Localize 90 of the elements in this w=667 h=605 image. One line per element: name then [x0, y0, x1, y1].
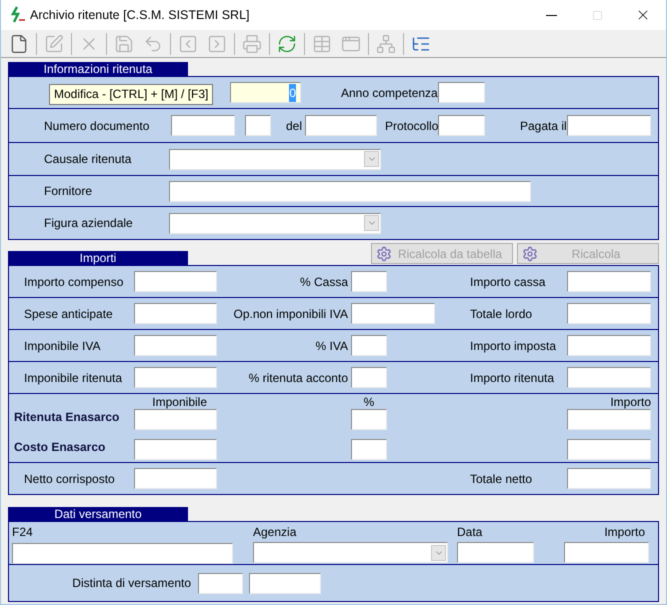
maximize-icon [592, 10, 602, 20]
number-field[interactable]: 0 [230, 82, 301, 103]
tooltip: Modifica - [CTRL] + [M] / [F3] [49, 84, 214, 105]
selected-text: 0 [289, 84, 296, 102]
input-field[interactable] [438, 82, 485, 103]
printer-icon [242, 34, 262, 54]
input-field[interactable] [567, 439, 651, 460]
input-field[interactable] [134, 335, 217, 356]
field-label: % ritenuta acconto [248, 370, 349, 386]
input-field[interactable] [564, 542, 649, 563]
input-field[interactable] [198, 572, 243, 594]
input-field[interactable] [351, 303, 435, 324]
app-logo-icon [8, 5, 28, 25]
input-field[interactable] [457, 542, 534, 563]
minimize-icon [546, 14, 556, 16]
field-label: Imponibile ritenuta [24, 370, 124, 386]
section-header: Informazioni ritenuta [8, 62, 188, 76]
field-label: Importo [610, 396, 651, 409]
dropdown-field[interactable] [169, 148, 381, 170]
table-icon [312, 34, 332, 54]
input-field[interactable] [438, 115, 485, 136]
input-field[interactable] [567, 271, 651, 292]
input-field[interactable] [134, 303, 217, 324]
field-label: Importo compenso [24, 274, 124, 290]
input-field[interactable] [134, 439, 217, 460]
next-icon [207, 34, 227, 54]
section-header: Dati versamento [8, 507, 188, 521]
input-field[interactable] [134, 409, 217, 430]
window-icon [341, 34, 361, 54]
input-field[interactable] [567, 468, 651, 489]
field-label: Netto corrisposto [24, 470, 116, 488]
input-field[interactable] [134, 468, 217, 489]
input-field[interactable] [351, 271, 387, 292]
input-field[interactable] [567, 303, 651, 324]
field-label: Pagata il [520, 118, 567, 134]
input-field[interactable] [245, 115, 271, 136]
input-field[interactable] [351, 409, 387, 430]
window-title: Archivio ritenute [C.S.M. SISTEMI SRL] [30, 6, 250, 24]
gear-icon [376, 246, 392, 262]
refresh-icon [277, 34, 297, 54]
field-label: Spese anticipate [24, 306, 114, 322]
input-field[interactable] [567, 335, 651, 356]
field-label: Totale lordo [470, 306, 534, 322]
input-field[interactable] [169, 180, 531, 202]
save-icon [114, 34, 134, 54]
field-label: Data [457, 525, 484, 539]
input-field[interactable] [134, 367, 217, 388]
input-field[interactable] [305, 115, 377, 136]
field-label: Causale ritenuta [44, 151, 132, 168]
previous-icon [178, 34, 198, 54]
input-field[interactable] [351, 367, 387, 388]
field-label: Agenzia [253, 525, 298, 539]
input-field[interactable] [171, 115, 235, 136]
field-label: % IVA [314, 338, 349, 354]
input-field[interactable] [249, 572, 321, 594]
field-label: % [364, 396, 374, 409]
edit-icon [44, 34, 64, 54]
field-label: Importo ritenuta [470, 370, 556, 386]
field-label: Distinta di versamento [71, 575, 192, 592]
field-label: F24 [12, 525, 34, 539]
input-field[interactable] [567, 409, 651, 430]
dropdown-field[interactable] [253, 542, 448, 563]
diagram-icon [376, 34, 396, 54]
row-label: Costo Enasarco [14, 439, 106, 456]
input-field[interactable] [351, 335, 387, 356]
undo-icon [143, 34, 163, 54]
input-field[interactable] [567, 115, 651, 136]
input-field[interactable] [134, 271, 217, 292]
field-label: Fornitore [44, 183, 94, 200]
field-label: Figura aziendale [44, 215, 134, 232]
field-label: Imponibile [152, 396, 207, 409]
field-label: Totale netto [470, 470, 534, 488]
field-label: Numero documento [44, 118, 150, 134]
row-label: Ritenuta Enasarco [14, 409, 120, 426]
field-label: Importo [604, 525, 645, 539]
input-field[interactable] [351, 439, 387, 460]
field-label: Op.non imponibili IVA [232, 306, 349, 322]
gear-icon [522, 246, 538, 262]
field-label: Protocollo [385, 118, 438, 134]
input-field[interactable] [12, 543, 233, 564]
field-label: Imponibile IVA [24, 338, 102, 354]
section-header: Importi [8, 251, 188, 265]
field-label: Anno competenza [341, 84, 438, 102]
field-label: del [286, 118, 304, 134]
field-label: Importo imposta [470, 338, 558, 354]
field-label: % Cassa [298, 274, 349, 290]
document-icon [9, 34, 29, 54]
field-label: Importo cassa [470, 274, 546, 290]
input-field[interactable] [567, 367, 651, 388]
dropdown-field[interactable] [169, 212, 381, 234]
